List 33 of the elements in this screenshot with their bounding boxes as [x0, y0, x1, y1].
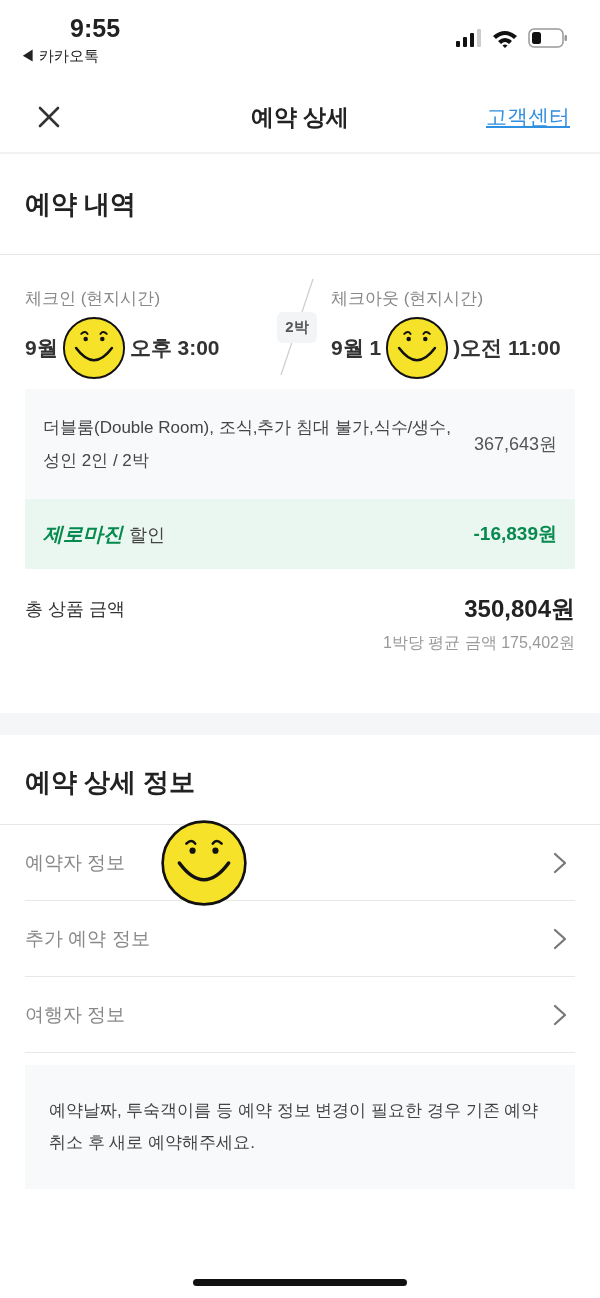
signal-icon: [456, 29, 482, 47]
detail-row[interactable]: 여행자 정보: [25, 977, 575, 1053]
nights-badge: 2박: [277, 311, 317, 343]
checkin-label: 체크인 (현지시간): [25, 287, 162, 310]
checkin-date: 9월: [25, 334, 58, 361]
checkin-time: 오후 3:00: [129, 334, 220, 361]
checkout-label: 체크아웃 (현지시간): [331, 287, 485, 310]
customer-center-link[interactable]: 고객센터: [486, 103, 570, 131]
page-title: 예약 상세: [250, 102, 350, 132]
chevron-right-icon: [553, 851, 567, 874]
chevron-right-icon: [553, 927, 567, 950]
smiley-icon: [61, 315, 126, 380]
checkout-time: )오전 11:00: [453, 334, 561, 361]
discount-brand: 제로마진: [43, 521, 123, 547]
discount-label: 할인: [129, 523, 165, 547]
section-heading: 예약 내역: [25, 187, 137, 221]
product-description: 더블룸(Double Room), 조식,추가 침대 불가,식수/생수, 성인 2인 / 2박: [43, 417, 453, 472]
status-time: 9:55: [70, 14, 121, 43]
back-to-app-link[interactable]: ◀ 카카오톡: [20, 47, 121, 66]
chevron-right-icon: [553, 1003, 567, 1026]
notice-text: 예약날짜, 투숙객이름 등 예약 정보 변경이 필요한 경우 기존 예약 취소 후 새로 예약해주세요.: [49, 1101, 539, 1152]
checkout-date: 9월 1: [331, 334, 382, 361]
battery-icon: [528, 28, 568, 48]
total-label: 총 상품 금액: [25, 598, 125, 621]
wifi-icon: [492, 28, 518, 48]
average-price: 1박당 평균 금액 175,402원: [382, 633, 575, 653]
smiley-icon: [160, 819, 248, 907]
section-heading: 예약 상세 정보: [25, 766, 196, 799]
discount-amount: -16,839원: [473, 522, 557, 546]
total-amount: 350,804원: [464, 594, 575, 624]
close-icon[interactable]: [37, 105, 61, 129]
smiley-icon: [385, 315, 450, 380]
product-price: 367,643원: [473, 433, 557, 456]
